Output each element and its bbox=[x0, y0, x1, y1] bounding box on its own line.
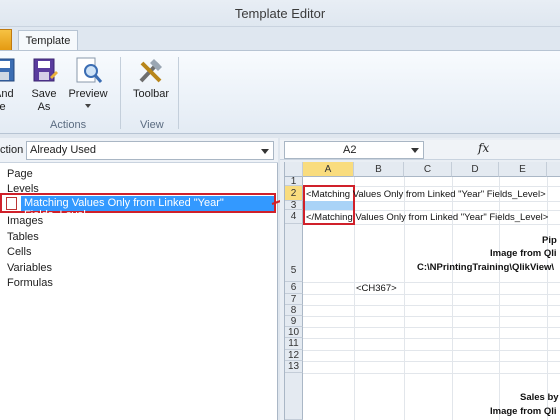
ribbon-tab-row: Template bbox=[0, 27, 560, 51]
row-header[interactable]: 12 bbox=[285, 350, 303, 361]
tree-item-label: Page bbox=[7, 168, 33, 180]
cell-image-text-2: Image from Qli bbox=[490, 406, 557, 417]
tree-item-label: Tables bbox=[7, 231, 39, 243]
row-header[interactable]: 10 bbox=[285, 327, 303, 338]
column-header[interactable]: E bbox=[499, 162, 547, 177]
name-box[interactable]: A2 bbox=[284, 141, 424, 159]
row-header[interactable]: 9 bbox=[285, 316, 303, 327]
tree-item-label: Matching Values Only from Linked "Year" … bbox=[24, 197, 224, 221]
grid-line bbox=[303, 373, 560, 374]
save-as-icon bbox=[30, 57, 60, 85]
column-header[interactable]: D bbox=[452, 162, 499, 177]
chevron-down-icon bbox=[261, 149, 269, 154]
formula-bar: A2 fx bbox=[280, 140, 560, 160]
toolbar-button[interactable]: Toolbar bbox=[128, 57, 174, 101]
row-header[interactable]: 3 bbox=[285, 201, 303, 211]
spreadsheet-grid[interactable]: A B C D E 1 2 3 4 5 6 7 8 9 10 11 12 13 bbox=[284, 162, 560, 420]
row-header[interactable]: 2 bbox=[285, 186, 303, 201]
row-header[interactable]: 4 bbox=[285, 210, 303, 224]
tree-item-label: Cells bbox=[7, 246, 32, 258]
right-pane: A2 fx A B C D E 1 2 3 4 5 6 7 8 9 10 11 … bbox=[280, 138, 560, 420]
left-pane: ction Already Used Page Levels Matching … bbox=[0, 138, 278, 420]
row-header[interactable]: 7 bbox=[285, 294, 303, 305]
preview-icon bbox=[73, 57, 103, 85]
toolbar-label: Toolbar bbox=[132, 88, 170, 100]
fx-icon[interactable]: fx bbox=[478, 141, 489, 155]
select-all-corner[interactable] bbox=[285, 162, 303, 177]
save-close-icon bbox=[0, 57, 24, 85]
column-header[interactable] bbox=[547, 162, 560, 177]
chevron-down-icon bbox=[411, 148, 419, 153]
preview-dropdown-icon bbox=[85, 104, 91, 108]
section-row: ction Already Used bbox=[0, 138, 278, 163]
cell-sales-title: Sales by bbox=[520, 392, 559, 403]
tree-item-matching-values-level[interactable]: Matching Values Only from Linked "Year" … bbox=[0, 193, 276, 221]
file-tab[interactable] bbox=[0, 29, 12, 51]
save-and-close-button[interactable]: And se bbox=[0, 57, 24, 114]
group-label-actions: Actions bbox=[50, 119, 87, 131]
preview-button[interactable]: Preview bbox=[66, 57, 110, 108]
tab-template[interactable]: Template bbox=[18, 30, 78, 51]
row-header[interactable]: 13 bbox=[285, 361, 303, 373]
grid-line bbox=[303, 327, 560, 328]
column-header[interactable]: C bbox=[404, 162, 452, 177]
section-dropdown-value: Already Used bbox=[30, 144, 97, 156]
section-dropdown[interactable]: Already Used bbox=[26, 141, 274, 160]
group-separator bbox=[178, 57, 179, 129]
column-header[interactable]: B bbox=[354, 162, 404, 177]
tree-item-label: Images bbox=[7, 215, 44, 227]
cell-image-text: Image from Qli bbox=[490, 248, 557, 259]
preview-label: Preview bbox=[68, 88, 108, 100]
grid-line bbox=[303, 361, 560, 362]
name-box-value: A2 bbox=[343, 144, 357, 156]
cell-title-text: Pip bbox=[542, 235, 557, 246]
row-header[interactable]: 6 bbox=[285, 282, 303, 294]
grid-line bbox=[303, 350, 560, 351]
grid-line bbox=[303, 282, 560, 283]
document-icon bbox=[6, 197, 17, 210]
cell-level-start-tag: <Matching Values Only from Linked "Year"… bbox=[306, 189, 546, 200]
row-header bbox=[285, 373, 303, 420]
column-header[interactable]: A bbox=[303, 162, 354, 177]
title-bar: Template Editor bbox=[0, 0, 560, 27]
grid-line bbox=[303, 316, 560, 317]
tree-item-label: Variables bbox=[7, 262, 53, 274]
save-as-button[interactable]: Save As bbox=[30, 57, 58, 114]
row-header[interactable]: 11 bbox=[285, 338, 303, 350]
grid-line bbox=[303, 294, 560, 295]
save-and-close-label: And se bbox=[0, 88, 14, 113]
group-label-view: View bbox=[140, 119, 164, 131]
ribbon: And se Save As Preview Actions Toolbar V… bbox=[0, 50, 560, 134]
tools-icon bbox=[136, 57, 166, 85]
cell-level-end-tag: </Matching Values Only from Linked "Year… bbox=[306, 212, 549, 223]
section-label: ction bbox=[0, 144, 24, 156]
row-header[interactable]: 5 bbox=[285, 224, 303, 282]
row-header[interactable]: 1 bbox=[285, 177, 303, 187]
group-separator bbox=[120, 57, 121, 129]
cell-chart-tag: <CH367> bbox=[356, 283, 397, 294]
tree-item-highlight: Matching Values Only from Linked "Year" … bbox=[21, 196, 274, 221]
row-header[interactable]: 8 bbox=[285, 305, 303, 316]
cell-path-text: C:\NPrintingTraining\QlikView\ bbox=[417, 262, 555, 273]
save-as-label: Save As bbox=[31, 88, 57, 113]
grid-line bbox=[303, 305, 560, 306]
tree-item-label: Formulas bbox=[7, 277, 53, 289]
grid-line bbox=[303, 338, 560, 339]
window-title: Template Editor bbox=[234, 6, 326, 21]
